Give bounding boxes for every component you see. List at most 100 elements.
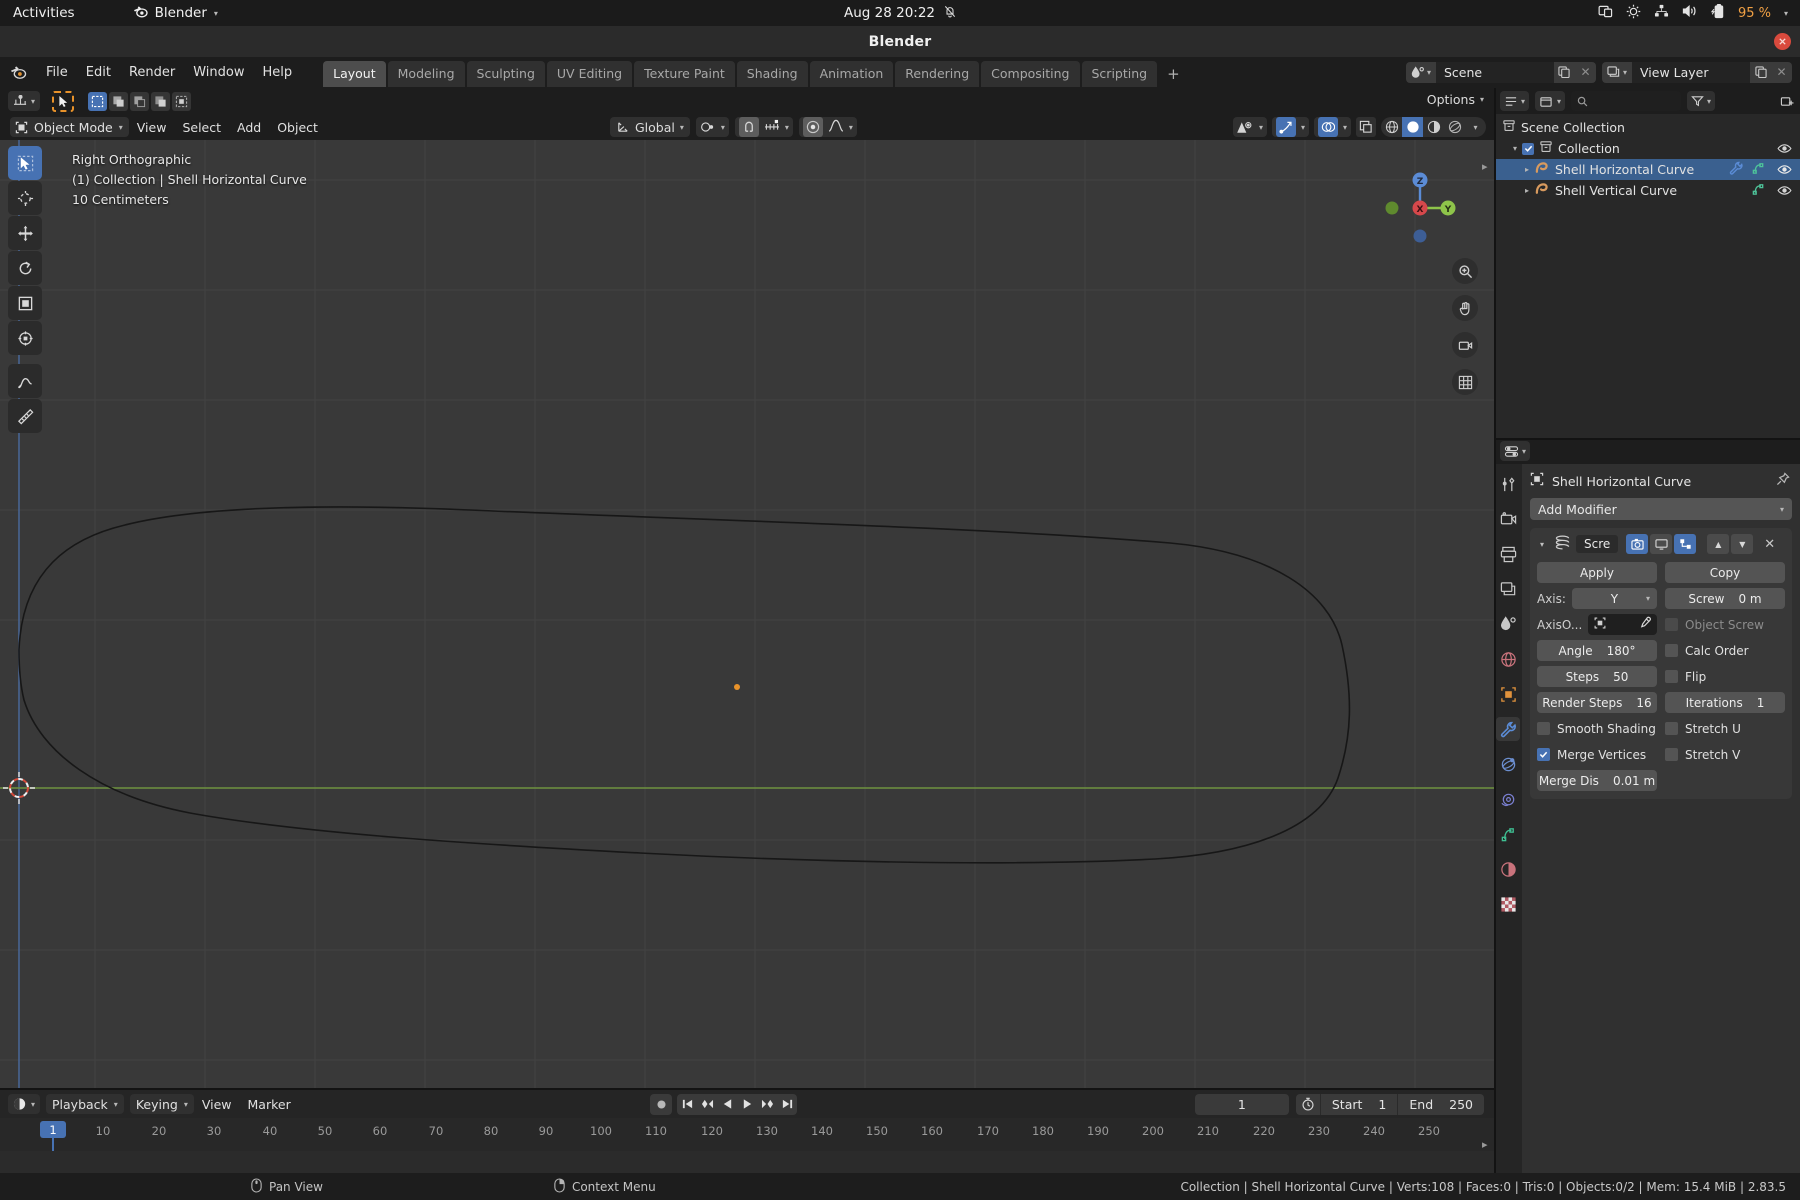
network-icon[interactable] — [1654, 4, 1669, 22]
curve-data-icon[interactable] — [1751, 182, 1766, 200]
proportional-editing-icon[interactable] — [802, 117, 823, 137]
viewport-menu-select[interactable]: Select — [174, 118, 229, 137]
start-frame-field[interactable]: Start 1 — [1319, 1093, 1398, 1115]
shading-wireframe-button[interactable] — [1381, 117, 1402, 137]
timeline-ruler[interactable]: 1 10 20 30 40 50 60 70 80 90 100 110 120… — [0, 1118, 1494, 1180]
object-screw-checkbox[interactable] — [1665, 618, 1678, 631]
properties-editor-type-button[interactable]: ▾ — [1500, 441, 1531, 461]
viewport-menu-view[interactable]: View — [129, 118, 175, 137]
stretch-u-checkbox[interactable] — [1665, 722, 1678, 735]
pin-icon[interactable] — [1776, 472, 1790, 490]
move-modifier-down-icon[interactable]: ▼ — [1731, 534, 1754, 554]
stretch-u-row[interactable]: Stretch U — [1665, 718, 1785, 739]
outliner-display-mode-dropdown[interactable]: ▾ — [1535, 91, 1566, 111]
chevron-down-icon[interactable]: ▾ — [1784, 9, 1788, 18]
copy-modifier-button[interactable]: Copy — [1665, 562, 1785, 583]
tab-tool[interactable] — [1496, 472, 1520, 496]
viewport-menu-add[interactable]: Add — [229, 118, 269, 137]
tab-uv-editing[interactable]: UV Editing — [546, 61, 633, 87]
transform-orientation-dropdown[interactable]: Global ▾ — [610, 117, 690, 137]
scene-icon[interactable]: ▾ — [1405, 61, 1436, 83]
add-workspace-button[interactable]: + — [1159, 61, 1188, 87]
hand-icon[interactable] — [1452, 295, 1478, 321]
timeline-editor-type-button[interactable]: ▾ — [8, 1094, 41, 1114]
expand-triangle-icon[interactable]: ▾ — [1508, 144, 1522, 153]
tool-cursor[interactable] — [8, 181, 42, 215]
outliner-row-scene-collection[interactable]: Scene Collection — [1494, 117, 1800, 138]
tab-modifier[interactable] — [1496, 717, 1520, 741]
tab-data[interactable] — [1496, 822, 1520, 846]
outliner-new-collection-button[interactable] — [1780, 95, 1794, 108]
tool-move[interactable] — [8, 216, 42, 250]
camera-icon[interactable] — [1452, 332, 1478, 358]
timeline-menu-marker[interactable]: Marker — [240, 1095, 299, 1114]
gnome-app-menu[interactable]: Blender ▾ — [133, 5, 218, 22]
proportional-editing-group[interactable]: ▾ — [798, 117, 857, 137]
tab-shading[interactable]: Shading — [736, 61, 808, 87]
end-frame-field[interactable]: End 250 — [1397, 1093, 1484, 1115]
eye-icon[interactable] — [1777, 143, 1792, 154]
smooth-shading-checkbox[interactable] — [1537, 722, 1550, 735]
edit-mode-visibility-icon[interactable] — [1674, 534, 1697, 554]
axis-dropdown[interactable]: Y ▾ — [1571, 588, 1657, 609]
tool-annotate[interactable] — [8, 364, 42, 398]
stretch-v-checkbox[interactable] — [1665, 748, 1678, 761]
unlink-scene-icon[interactable]: ✕ — [1574, 61, 1596, 83]
tab-rendering[interactable]: Rendering — [895, 61, 980, 87]
remove-view-layer-icon[interactable]: ✕ — [1771, 61, 1792, 83]
menu-render[interactable]: Render — [120, 62, 184, 83]
visibility-dropdown[interactable]: ▾ — [1232, 117, 1267, 137]
stopwatch-icon[interactable] — [1296, 1094, 1320, 1115]
move-modifier-up-icon[interactable]: ▲ — [1707, 534, 1730, 554]
battery-icon[interactable] — [1710, 3, 1725, 23]
gizmo-dropdown[interactable]: ▾ — [1271, 117, 1309, 137]
tab-sculpting[interactable]: Sculpting — [466, 61, 545, 87]
tab-physics[interactable] — [1496, 752, 1520, 776]
gizmo-toggle-icon[interactable] — [1275, 117, 1296, 137]
viewport-sidebar-toggle[interactable]: ▸ — [1482, 160, 1488, 173]
outliner-search-input[interactable] — [1571, 91, 1682, 111]
shading-rendered-button[interactable] — [1444, 117, 1465, 137]
grid-icon[interactable] — [1452, 369, 1478, 395]
select-tool-active-indicator[interactable] — [52, 90, 75, 112]
tab-compositing[interactable]: Compositing — [981, 61, 1080, 87]
tab-scene[interactable] — [1496, 612, 1520, 636]
tab-view-layer[interactable] — [1496, 577, 1520, 601]
tab-scripting[interactable]: Scripting — [1081, 61, 1158, 87]
add-modifier-button[interactable]: Add Modifier ▾ — [1530, 498, 1792, 520]
falloff-curve-icon[interactable] — [828, 119, 844, 135]
merge-distance-field[interactable]: Merge Dis 0.01 m — [1537, 770, 1657, 791]
duplicate-view-layer-icon[interactable] — [1750, 61, 1771, 83]
object-screw-row[interactable]: Object Screw — [1665, 614, 1785, 635]
calc-order-checkbox[interactable] — [1665, 644, 1678, 657]
snap-increment-icon[interactable] — [764, 119, 780, 135]
timeline-menu-view[interactable]: View — [194, 1095, 240, 1114]
select-extend-button[interactable] — [109, 91, 129, 111]
stretch-v-row[interactable]: Stretch V — [1665, 744, 1785, 765]
tab-texture[interactable] — [1496, 892, 1520, 916]
viewport-canvas[interactable]: Right Orthographic (1) Collection | Shel… — [0, 140, 1494, 1090]
calc-order-row[interactable]: Calc Order — [1665, 640, 1785, 661]
auto-keyframe-button[interactable] — [650, 1093, 672, 1115]
tab-world[interactable] — [1496, 647, 1520, 671]
merge-vertices-checkbox[interactable] — [1537, 748, 1550, 761]
modifier-expand-triangle-icon[interactable]: ▾ — [1535, 540, 1549, 549]
angle-field[interactable]: Angle 180° — [1537, 640, 1657, 661]
tool-scale[interactable] — [8, 286, 42, 320]
shading-material-preview-button[interactable] — [1423, 117, 1444, 137]
play-reverse-button[interactable] — [717, 1094, 737, 1115]
timeline-sidebar-toggle[interactable]: ▸ — [1482, 1138, 1488, 1151]
timeline-keying-dropdown[interactable]: Keying ▾ — [129, 1094, 194, 1114]
duplicate-scene-icon[interactable] — [1553, 61, 1575, 83]
pivot-point-dropdown[interactable]: ▾ — [695, 117, 729, 137]
tool-transform[interactable] — [8, 321, 42, 355]
timeline-channel-area[interactable] — [0, 1151, 1494, 1173]
view-layer-name[interactable]: View Layer — [1632, 65, 1750, 80]
tab-animation[interactable]: Animation — [809, 61, 894, 87]
volume-icon[interactable] — [1682, 4, 1698, 22]
expand-triangle-icon[interactable]: ▸ — [1520, 165, 1534, 174]
blender-logo-icon[interactable] — [10, 65, 27, 80]
menu-edit[interactable]: Edit — [77, 62, 120, 83]
current-frame-field[interactable]: 1 — [1194, 1093, 1289, 1115]
editor-separator-horizontal-left[interactable] — [0, 1088, 1494, 1090]
